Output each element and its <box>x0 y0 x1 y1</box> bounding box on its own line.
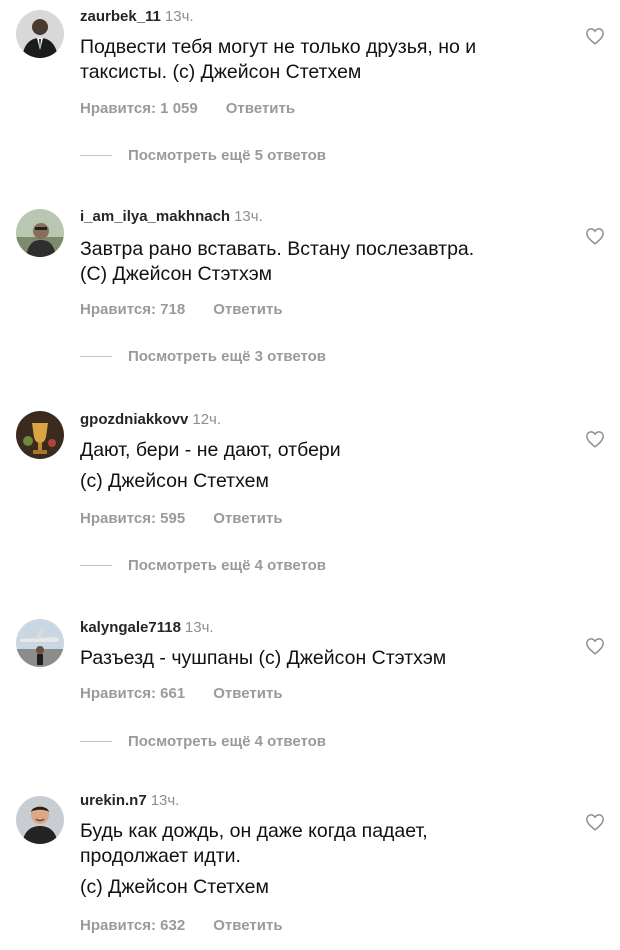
comment-text-line: Завтра рано вставать. Встану послезавтра… <box>80 238 475 260</box>
view-replies-label: Посмотреть ещё 3 ответов <box>128 348 327 365</box>
comment-username[interactable]: i_am_ilya_makhnach <box>80 208 230 225</box>
divider-line <box>80 155 112 156</box>
heart-outline-icon[interactable] <box>585 813 605 831</box>
view-replies-label: Посмотреть ещё 5 ответов <box>128 147 327 164</box>
view-replies-label: Посмотреть ещё 4 ответов <box>128 733 327 750</box>
heart-outline-icon[interactable] <box>585 227 605 245</box>
comment-actions: Нравится: 661 Ответить <box>80 685 283 702</box>
divider-line <box>80 356 112 357</box>
view-replies-button[interactable]: Посмотреть ещё 4 ответов <box>80 557 326 574</box>
user-avatar[interactable] <box>16 209 64 257</box>
heart-outline-icon[interactable] <box>585 637 605 655</box>
comment-actions: Нравится: 718 Ответить <box>80 301 283 318</box>
user-avatar[interactable] <box>16 796 64 844</box>
comment-text: Разъезд - чушпаны (с) Джейсон Стэтхэм <box>80 646 560 671</box>
reply-button[interactable]: Ответить <box>213 510 282 527</box>
comment-time: 13ч. <box>184 619 214 636</box>
comment-actions: Нравится: 595 Ответить <box>80 510 283 527</box>
view-replies-button[interactable]: Посмотреть ещё 3 ответов <box>80 348 326 365</box>
like-count[interactable]: Нравится: 632 <box>80 917 185 934</box>
comment-text-line: Разъезд - чушпаны (с) Джейсон Стэтхэм <box>80 647 447 669</box>
comment-time: 13ч. <box>234 208 263 225</box>
comment-time: 13ч. <box>164 8 194 25</box>
user-avatar[interactable] <box>16 411 64 459</box>
comment-meta: i_am_ilya_makhnach 13ч. <box>80 208 263 225</box>
comment-actions: Нравится: 1 059 Ответить <box>80 100 295 117</box>
comment-username[interactable]: kalyngale7118 <box>80 619 181 636</box>
user-avatar[interactable] <box>16 619 64 667</box>
comment-text-line: (С) Джейсон Стэтхэм <box>80 263 273 285</box>
comment-text-line: Дают, бери - не дают, отбери <box>80 439 341 461</box>
divider-line <box>80 741 112 742</box>
comment-text-line: Подвести тебя могут не только друзья, но… <box>80 36 477 58</box>
comment-username[interactable]: gpozdniakkovv <box>80 411 188 428</box>
like-count[interactable]: Нравится: 718 <box>80 301 185 318</box>
reply-button[interactable]: Ответить <box>213 917 282 934</box>
heart-outline-icon[interactable] <box>585 430 605 448</box>
comment-meta: gpozdniakkovv 12ч. <box>80 411 221 428</box>
comment-text: Будь как дождь, он даже когда падает, пр… <box>80 819 560 900</box>
comment-username[interactable]: zaurbek_11 <box>80 8 161 25</box>
user-avatar[interactable] <box>16 10 64 58</box>
comment-text-line: (с) Джейсон Стетхем <box>80 876 269 898</box>
comment-text-line: таксисты. (с) Джейсон Стетхем <box>80 61 362 83</box>
view-replies-button[interactable]: Посмотреть ещё 5 ответов <box>80 147 326 164</box>
like-count[interactable]: Нравится: 595 <box>80 510 185 527</box>
heart-outline-icon[interactable] <box>585 27 605 45</box>
comment-text: Подвести тебя могут не только друзья, но… <box>80 35 560 85</box>
comment-meta: kalyngale7118 13ч. <box>80 619 214 636</box>
comment-text: Дают, бери - не дают, отбери (с) Джейсон… <box>80 438 560 494</box>
reply-button[interactable]: Ответить <box>213 685 282 702</box>
divider-line <box>80 565 112 566</box>
like-count[interactable]: Нравится: 661 <box>80 685 185 702</box>
comment-text-line: Будь как дождь, он даже когда падает, <box>80 820 428 842</box>
comment-text-line: (с) Джейсон Стетхем <box>80 470 269 492</box>
comment-text-line: продолжает идти. <box>80 845 241 867</box>
comment-meta: urekin.n7 13ч. <box>80 792 179 809</box>
comment-time: 13ч. <box>150 792 180 809</box>
view-replies-label: Посмотреть ещё 4 ответов <box>128 557 327 574</box>
view-replies-button[interactable]: Посмотреть ещё 4 ответов <box>80 733 326 750</box>
reply-button[interactable]: Ответить <box>226 100 295 117</box>
comment-meta: zaurbek_11 13ч. <box>80 8 194 25</box>
comment-time: 12ч. <box>192 411 222 428</box>
comment-username[interactable]: urekin.n7 <box>80 792 147 809</box>
reply-button[interactable]: Ответить <box>213 301 282 318</box>
like-count[interactable]: Нравится: 1 059 <box>80 100 198 117</box>
comment-text: Завтра рано вставать. Встану послезавтра… <box>80 237 560 287</box>
comment-actions: Нравится: 632 Ответить <box>80 917 283 934</box>
